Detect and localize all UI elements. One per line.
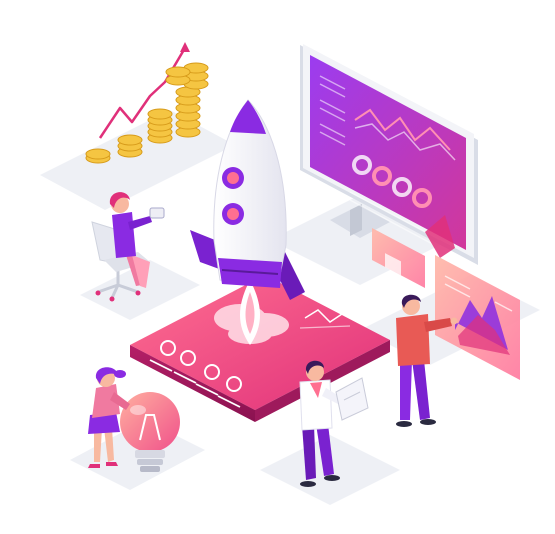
floating-chart-panel-large — [435, 255, 520, 380]
growth-arrow-icon — [180, 42, 190, 52]
smartphone-icon — [149, 207, 165, 219]
isometric-startup-illustration — [40, 42, 540, 505]
laptop-icon — [335, 377, 369, 421]
